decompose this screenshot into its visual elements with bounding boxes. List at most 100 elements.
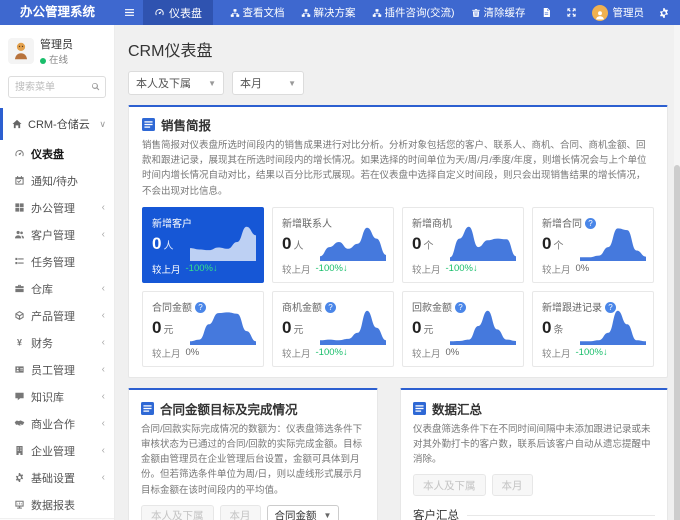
sparkline-chart bbox=[450, 221, 516, 261]
period-select[interactable]: 本月 ▼ bbox=[232, 71, 304, 95]
change-value: 0% bbox=[446, 347, 460, 358]
stat-value: 0 bbox=[412, 234, 421, 253]
stat-compare-row: 较上月-100%↓ bbox=[282, 346, 348, 360]
divider-line bbox=[467, 515, 655, 516]
sidebar-item[interactable]: 仓库‹ bbox=[0, 275, 114, 302]
sidebar-item[interactable]: 任务管理 bbox=[0, 248, 114, 275]
topbar-icon-button[interactable] bbox=[559, 0, 584, 25]
stat-label: 新增商机 bbox=[412, 219, 452, 230]
stat-label: 合同金额 bbox=[152, 303, 192, 314]
stat-card[interactable]: 商机金额?0元较上月-100%↓ bbox=[272, 291, 394, 367]
change-value: -100%↓ bbox=[576, 347, 608, 358]
topbar-link[interactable]: 插件咨询(交流) bbox=[364, 0, 463, 25]
stat-card[interactable]: 新增客户0人较上月-100%↓ bbox=[142, 207, 264, 283]
period-filter-disabled: 本月 bbox=[220, 505, 261, 520]
sparkline-chart bbox=[450, 305, 516, 345]
topbar-link[interactable]: 查看文档 bbox=[222, 0, 293, 25]
sidebar-item[interactable]: 企业管理‹ bbox=[0, 437, 114, 464]
sidebar-item-label: 财务 bbox=[31, 335, 53, 351]
compare-label: 较上月 bbox=[152, 346, 181, 360]
sidebar-item-label: 仪表盘 bbox=[31, 146, 64, 162]
sparkline-chart bbox=[320, 305, 386, 345]
stat-unit: 条 bbox=[553, 325, 563, 336]
sidebar-item[interactable]: 知识库‹ bbox=[0, 383, 114, 410]
sidebar-item[interactable]: 客户管理‹ bbox=[0, 221, 114, 248]
page-body: 管理员 在线 CRM-仓储云 ∨ 仪表盘通知/待办办公管理‹客户管理‹任务管理仓… bbox=[0, 0, 680, 520]
stat-card[interactable]: 合同金额?0元较上月0% bbox=[142, 291, 264, 367]
stat-compare-row: 较上月 0% bbox=[542, 262, 589, 276]
settings-button[interactable] bbox=[652, 0, 680, 25]
sidebar-item-label: 数据报表 bbox=[31, 497, 75, 513]
topbar-link[interactable]: 解决方案 bbox=[293, 0, 364, 25]
section-icon bbox=[141, 402, 154, 415]
sidebar-menu: 仪表盘通知/待办办公管理‹客户管理‹任务管理仓库‹产品管理‹¥财务‹员工管理‹知… bbox=[0, 140, 114, 520]
chevron-collapse-icon: ‹ bbox=[102, 365, 105, 375]
sidebar-item-label: 产品管理 bbox=[31, 308, 75, 324]
main-content: CRM仪表盘 本人及下属 ▼ 本月 ▼ 销售简报 销售简报对仪表盘所选时间段内的… bbox=[115, 25, 680, 520]
user-name: 管理员 bbox=[613, 5, 645, 20]
card-description: 销售简报对仪表盘所选时间段内的销售成果进行对比分析。分析对象包括您的客户、联系人… bbox=[142, 138, 654, 199]
sidebar-item-label: 办公管理 bbox=[31, 200, 75, 216]
stat-unit: 元 bbox=[293, 325, 303, 336]
chevron-collapse-icon: ‹ bbox=[102, 419, 105, 429]
scrollbar-thumb[interactable] bbox=[674, 165, 680, 520]
stat-card[interactable]: 新增跟进记录?0条较上月-100%↓ bbox=[532, 291, 654, 367]
vertical-scrollbar[interactable] bbox=[674, 25, 680, 520]
tasks-icon bbox=[14, 256, 25, 267]
sidebar-item[interactable]: 产品管理‹ bbox=[0, 302, 114, 329]
contract-target-card: 合同金额目标及完成情况 合同/回款实际完成情况的数额为：仪表盘筛选条件下审核状态… bbox=[128, 388, 378, 520]
card-title: 数据汇总 bbox=[432, 399, 482, 418]
topbar-icon-button[interactable] bbox=[534, 0, 559, 25]
settings-icon bbox=[14, 472, 25, 483]
menu-search bbox=[8, 76, 106, 98]
sidebar-item[interactable]: 员工管理‹ bbox=[0, 356, 114, 383]
sidebar-item[interactable]: 商业合作 ‹ bbox=[0, 410, 114, 437]
search-icon bbox=[90, 81, 101, 92]
sidebar-section-crm[interactable]: CRM-仓储云 ∨ bbox=[0, 108, 114, 140]
stat-card[interactable]: 回款金额?0元较上月0% bbox=[402, 291, 524, 367]
sidebar-item-label: 通知/待办 bbox=[31, 173, 78, 189]
summary-filters: 本人及下属 本月 bbox=[413, 474, 655, 496]
sitemap-icon bbox=[301, 8, 311, 18]
menu-toggle-button[interactable] bbox=[115, 0, 143, 25]
stat-value: 0 bbox=[542, 318, 551, 337]
stat-card[interactable]: 新增商机0个较上月-100%↓ bbox=[402, 207, 524, 283]
stat-label: 新增客户 bbox=[152, 219, 192, 230]
stat-label: 回款金额 bbox=[412, 303, 452, 314]
stat-value: 0 bbox=[412, 318, 421, 337]
user-menu[interactable]: 管理员 bbox=[584, 0, 653, 25]
scope-select[interactable]: 本人及下属 ▼ bbox=[128, 71, 224, 95]
sparkline-chart bbox=[320, 221, 386, 261]
sidebar-user-block: 管理员 在线 bbox=[0, 25, 114, 74]
summary-section-title: 客户汇总 bbox=[413, 507, 655, 520]
compare-label: 较上月 bbox=[542, 262, 571, 276]
topbar-link[interactable]: 清除缓存 bbox=[463, 0, 534, 25]
sidebar-item[interactable]: ¥财务‹ bbox=[0, 329, 114, 356]
sidebar-item-label: 商业合作 bbox=[31, 416, 75, 432]
tab-dashboard[interactable]: 仪表盘 bbox=[143, 0, 213, 25]
card-title: 销售简报 bbox=[161, 115, 211, 134]
change-value: 0% bbox=[576, 263, 590, 274]
sidebar-item[interactable]: 仪表盘 bbox=[0, 140, 114, 167]
enterprise-icon bbox=[14, 445, 25, 456]
sparkline-chart bbox=[190, 221, 256, 261]
gear-icon bbox=[658, 7, 670, 19]
stat-card[interactable]: 新增合同?0个较上月0% bbox=[532, 207, 654, 283]
sidebar-item[interactable]: 数据报表 bbox=[0, 491, 114, 518]
metric-select[interactable]: 合同金额 ▼ bbox=[267, 505, 340, 520]
app-title: 办公管理系统 bbox=[0, 0, 115, 25]
user-avatar bbox=[592, 5, 608, 21]
chevron-collapse-icon: ‹ bbox=[102, 230, 105, 240]
sparkline-chart bbox=[580, 221, 646, 261]
sitemap-icon bbox=[230, 8, 240, 18]
sidebar-item[interactable]: 办公管理‹ bbox=[0, 194, 114, 221]
sidebar-item-label: 基础设置 bbox=[31, 470, 75, 486]
period-filter-disabled: 本月 bbox=[492, 474, 533, 496]
stat-value: 0 bbox=[152, 234, 161, 253]
change-value: -100%↓ bbox=[316, 347, 348, 358]
chevron-down-icon: ∨ bbox=[99, 119, 106, 130]
file-icon bbox=[541, 7, 552, 18]
sidebar-item[interactable]: 基础设置‹ bbox=[0, 464, 114, 491]
stat-card[interactable]: 新增联系人0人较上月-100%↓ bbox=[272, 207, 394, 283]
sidebar-item[interactable]: 通知/待办 bbox=[0, 167, 114, 194]
